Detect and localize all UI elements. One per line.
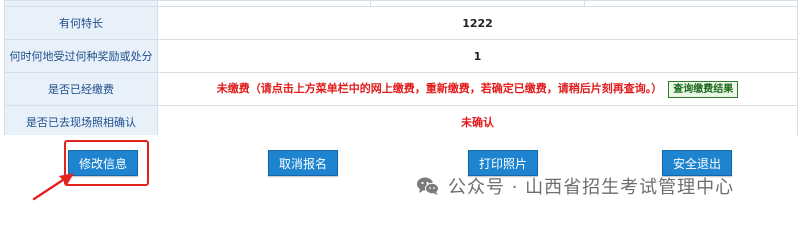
- wechat-icon: [417, 177, 439, 195]
- row-label-payment: 是否已经缴费: [4, 72, 158, 106]
- row-value-awards: 1: [157, 39, 798, 73]
- applicant-info-table: 有何特长 1222 何时何地受过何种奖励或处分 1 是否已经缴费 未缴费（请点击…: [4, 0, 799, 139]
- query-payment-button[interactable]: 查询缴费结果: [668, 80, 739, 98]
- cancel-registration-button[interactable]: 取消报名: [268, 150, 339, 176]
- row-label-specialty: 有何特长: [4, 6, 158, 40]
- pointer-arrow-icon: [32, 173, 74, 201]
- table-row: 是否已经缴费 未缴费（请点击上方菜单栏中的网上缴费，重新缴费，若确定已缴费，请稍…: [4, 72, 798, 106]
- row-label-awards: 何时何地受过何种奖励或处分: [4, 39, 158, 73]
- row-value-payment: 未缴费（请点击上方菜单栏中的网上缴费，重新缴费，若确定已缴费，请稍后片刻再查询。…: [157, 72, 798, 106]
- table-row: 何时何地受过何种奖励或处分 1: [4, 39, 798, 73]
- row-label-photo-confirm: 是否已去现场照相确认: [4, 105, 158, 139]
- table-row: 是否已去现场照相确认 未确认: [4, 105, 798, 139]
- row-value-photo-confirm: 未确认: [157, 105, 798, 139]
- row-value-specialty: 1222: [157, 6, 798, 40]
- table-row: 有何特长 1222: [4, 6, 798, 40]
- watermark-text: 公众号 · 山西省招生考试管理中心: [448, 177, 735, 198]
- payment-status-text: 未缴费（请点击上方菜单栏中的网上缴费，重新缴费，若确定已缴费，请稍后片刻再查询。…: [216, 82, 663, 96]
- watermark: 公众号 · 山西省招生考试管理中心: [416, 172, 734, 200]
